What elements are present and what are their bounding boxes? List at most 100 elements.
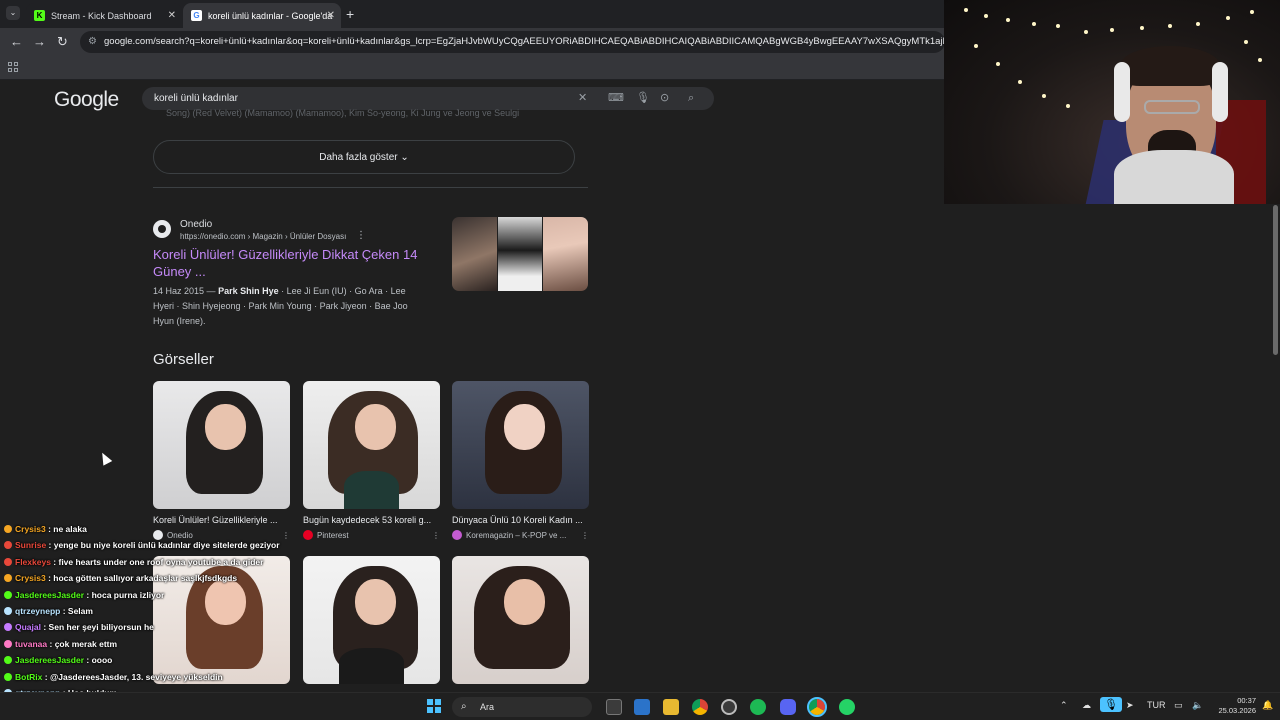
language-indicator[interactable]: TUR [1147,700,1166,710]
taskbar-search[interactable]: ⌕ Ara [452,697,592,717]
search-input[interactable]: koreli ünlü kadınlar ✕ ⌨ 🎙 ⊙ ⌕ [142,87,714,110]
result-thumbnails[interactable] [452,217,588,291]
whatsapp-icon[interactable] [839,699,855,715]
chat-username[interactable]: qtrzeynepp [15,606,60,616]
chat-message: Sunrise : yenge bu niye koreli ünlü kadı… [4,540,280,550]
microphone-icon[interactable]: 🎙 [1100,697,1122,712]
close-tab-icon[interactable]: ✕ [327,10,335,21]
chat-username[interactable]: Crysis3 [15,573,46,583]
tab-google-search[interactable]: G koreli ünlü kadınlar - Google'da ✕ [183,3,341,28]
obs-icon[interactable] [721,699,737,715]
chat-badge-icon [4,639,12,648]
chrome-active-icon[interactable] [807,697,827,717]
image-card[interactable]: Bugün kaydedecek 53 koreli g... Pinteres… [303,381,440,540]
clear-icon[interactable]: ✕ [578,87,587,110]
faded-snippet: Song) (Red Velvet) (Mamamoo) (Mamamoo), … [166,108,520,118]
image-source[interactable]: Koremagazin – K-POP ve ... ⋮ [452,530,589,540]
system-clock[interactable]: 00:37 25.03.2026 [1200,696,1256,716]
new-tab-button[interactable]: + [346,6,354,22]
location-icon[interactable]: ➤ [1126,700,1134,711]
chat-username[interactable]: BotRix [15,672,42,682]
chat-text: oooo [91,655,113,666]
more-options-icon[interactable]: ⋮ [282,531,290,540]
image-result[interactable] [452,556,589,684]
chat-username[interactable]: Quajal [15,622,41,632]
image-source[interactable]: Pinterest ⋮ [303,530,440,540]
result-url[interactable]: https://onedio.com › Magazin › Ünlüler D… [180,232,346,241]
windows-start-icon[interactable] [427,699,441,713]
pinterest-icon [303,530,313,540]
chat-message: Crysis3 : ne alaka [4,524,87,534]
chevron-up-icon[interactable]: ⌃ [1060,700,1068,711]
image-result[interactable] [452,381,589,509]
image-result[interactable] [303,381,440,509]
cloud-icon[interactable]: ☁ [1082,700,1091,711]
image-source-label: Pinterest [317,530,349,540]
more-options-icon[interactable]: ⋮ [581,531,589,540]
search-icon[interactable]: ⌕ [688,87,694,110]
chat-text: Sen her şeyi biliyorsun he [48,622,154,633]
result-site-name[interactable]: Onedio [180,219,212,230]
result-title-link[interactable]: Koreli Ünlüler! Güzellikleriyle Dikkat Ç… [153,246,443,280]
scrollbar-thumb[interactable] [1273,205,1278,355]
chat-username[interactable]: Sunrise [15,540,46,550]
image-card[interactable]: Dünyaca Ünlü 10 Koreli Kadın ... Koremag… [452,381,589,540]
image-card[interactable] [452,556,589,684]
microphone-icon[interactable]: 🎙 [636,87,650,110]
chat-text: @JasdereesJasder, 13. seviyeye yükseldin [49,671,223,682]
image-result[interactable] [153,381,290,509]
webcam-overlay [944,0,1280,204]
chat-text: five hearts under one roof oyna youtube … [58,556,264,567]
lens-icon[interactable]: ⊙ [660,87,669,110]
image-caption[interactable]: Bugün kaydedecek 53 koreli g... [303,515,440,525]
back-icon[interactable]: ← [10,34,23,49]
thumbnail-image[interactable] [543,217,588,291]
file-explorer-icon[interactable] [663,699,679,715]
task-view-icon[interactable] [606,699,622,715]
apps-grid-icon[interactable] [8,62,18,72]
store-icon[interactable] [634,699,650,715]
thumbnail-image[interactable] [452,217,497,291]
keyboard-icon[interactable]: ⌨ [608,87,624,110]
notifications-icon[interactable]: 🔔 [1262,700,1273,711]
address-bar[interactable]: ⚙ google.com/search?q=koreli+ünlü+kadınl… [80,31,945,53]
url-text: google.com/search?q=koreli+ünlü+kadınlar… [104,36,945,47]
image-result[interactable] [303,556,440,684]
chat-message: qtrzeynepp : Selam [4,606,93,616]
chat-text: Selam [67,606,93,616]
more-options-icon[interactable]: ⋮ [432,531,440,540]
chevron-down-icon: ⌄ [400,152,409,163]
thumbnail-image[interactable] [497,217,543,291]
network-icon[interactable]: ▭ [1174,700,1183,711]
chat-username[interactable]: Flexkeys [15,557,51,567]
clock-date: 25.03.2026 [1218,706,1256,715]
discord-icon[interactable] [780,699,796,715]
image-caption[interactable]: Dünyaca Ünlü 10 Koreli Kadın ... [452,515,589,525]
google-icon: G [191,10,202,21]
chat-separator: : [47,638,55,649]
spotify-icon[interactable] [750,699,766,715]
google-logo[interactable]: Google [54,88,119,112]
reload-icon[interactable]: ↻ [57,34,68,50]
koremagazin-icon [452,530,462,540]
chat-username[interactable]: tuvanaa [15,639,47,649]
more-options-icon[interactable]: ⋮ [356,230,366,241]
chat-username[interactable]: Crysis3 [15,524,46,534]
tab-search-button[interactable]: ⌄ [6,6,20,20]
image-card[interactable] [303,556,440,684]
result-bold-name: Park Shin Hye [218,286,279,296]
image-source[interactable]: Onedio ⋮ [153,530,290,540]
show-more-button[interactable]: Daha fazla göster ⌄ [153,140,575,174]
chat-badge-icon [4,557,12,566]
site-info-icon[interactable]: ⚙ [88,31,97,53]
chat-username[interactable]: JasdereesJasder [15,590,84,600]
forward-icon[interactable]: → [33,34,46,49]
chat-username[interactable]: JasdereesJasder [15,655,84,665]
close-tab-icon[interactable]: ✕ [168,10,176,21]
chat-message: tuvanaa : çok merak ettm [4,639,117,649]
tab-kick-dashboard[interactable]: K Stream - Kick Dashboard ✕ [26,3,182,28]
image-card[interactable]: Koreli Ünlüler! Güzellikleriyle ... Oned… [153,381,290,540]
image-caption[interactable]: Koreli Ünlüler! Güzellikleriyle ... [153,515,290,525]
windows-taskbar: ⌕ Ara ⌃ ☁ 🎙 ➤ TUR ▭ 🔈 00:37 25.03.2026 🔔 [0,692,1280,720]
chrome-icon[interactable] [692,699,708,715]
